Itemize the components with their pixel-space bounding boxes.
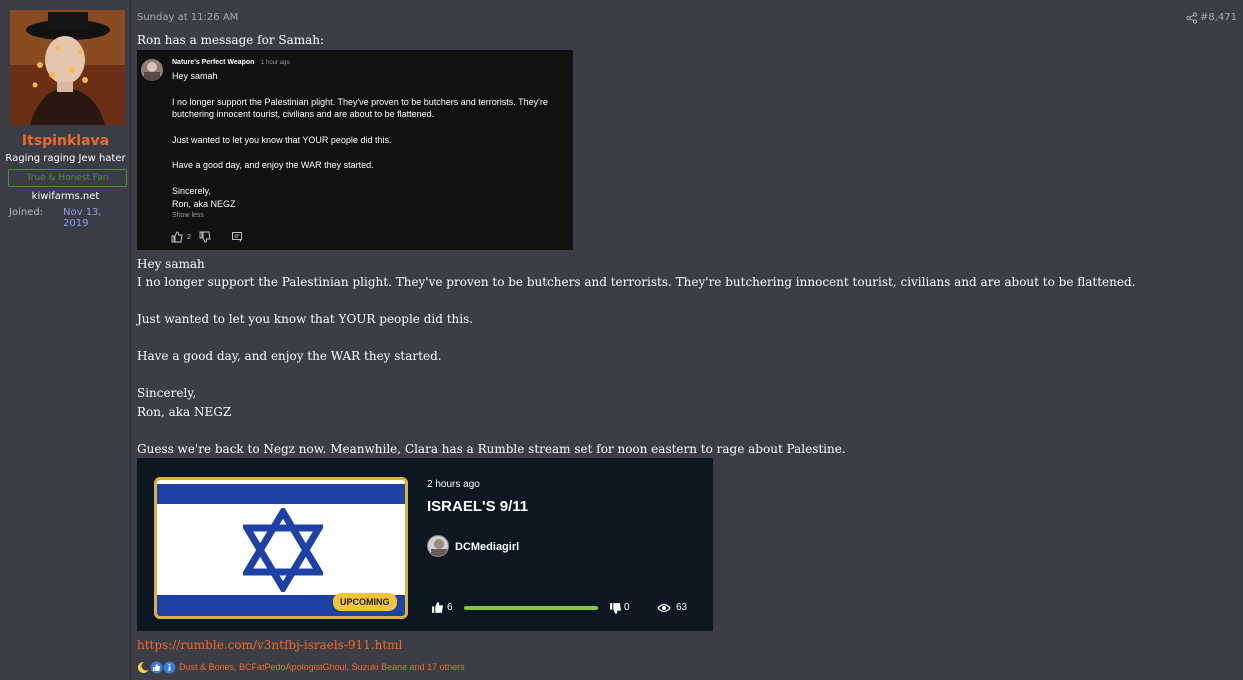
joined-value: Nov 13, 2019	[63, 207, 102, 229]
comment-author: Nature's Perfect Weapon	[172, 59, 255, 66]
forum-post: Itspinklava Raging raging Jew hater True…	[0, 0, 1243, 680]
body-line: Ron, aka NEGZ	[137, 405, 232, 419]
user-sidebar: Itspinklava Raging raging Jew hater True…	[0, 0, 131, 680]
channel-avatar	[427, 535, 449, 557]
view-count: 63	[676, 602, 688, 613]
body-line: Hey samah	[137, 257, 205, 271]
comment-time: 1 hour ago	[261, 60, 290, 66]
upcoming-badge: UPCOMING	[333, 593, 397, 611]
video-title: ISRAEL'S 9/11	[427, 498, 529, 515]
dislike-count: 0	[624, 602, 630, 613]
body-line: Guess we're back to Negz now. Meanwhile,…	[137, 442, 846, 456]
like-ratio-bar	[464, 606, 598, 610]
avatar-image	[10, 10, 125, 125]
share-icon[interactable]	[1186, 12, 1198, 24]
star-of-david-icon	[243, 508, 323, 592]
user-site: kiwifarms.net	[31, 191, 100, 202]
like-count: 6	[447, 602, 453, 613]
post-content: Sunday at 11:26 AM #8,471 Ron has a mess…	[131, 0, 1243, 680]
user-title: Raging raging Jew hater	[5, 153, 126, 164]
user-banner: True & Honest Fan	[8, 169, 127, 187]
informative-icon	[163, 661, 176, 673]
comment-line: Sincerely,	[172, 186, 211, 196]
video-time: 2 hours ago	[427, 479, 480, 490]
thumbs-up-icon	[171, 231, 183, 243]
body-line: Have a good day, and enjoy the WAR they …	[137, 349, 442, 363]
rumble-link[interactable]: https://rumble.com/v3ntfbj-israels-911.h…	[137, 638, 402, 652]
reactions-text[interactable]: Dust & Bones, BCFatPedoApologistGhoul, S…	[179, 662, 465, 672]
post-timestamp[interactable]: Sunday at 11:26 AM	[137, 12, 238, 23]
thumbs-up-icon	[432, 602, 443, 613]
reactions-bar[interactable]: Dust & Bones, BCFatPedoApologistGhoul, S…	[137, 659, 465, 675]
reply-icon	[231, 232, 242, 242]
body-line: Just wanted to let you know that YOUR pe…	[137, 312, 474, 326]
comment-screenshot: Nature's Perfect Weapon 1 hour ago Hey s…	[137, 50, 573, 250]
post-number[interactable]: #8,471	[1200, 12, 1237, 23]
comment-avatar	[141, 59, 163, 81]
comment-line: I no longer support the Palestinian plig…	[172, 97, 548, 107]
comment-line: Ron, aka NEGZ	[172, 199, 236, 209]
body-line: Sincerely,	[137, 386, 197, 400]
eye-icon	[657, 603, 671, 613]
comment-line: butchering innocent tourist, civilians a…	[172, 109, 435, 119]
comment-line: Just wanted to let you know that YOUR pe…	[172, 135, 392, 145]
thumbs-down-icon	[199, 231, 211, 243]
post-intro: Ron has a message for Samah:	[137, 33, 325, 47]
username[interactable]: Itspinklava	[0, 133, 131, 149]
comment-like-count: 2	[187, 233, 191, 241]
video-stats: 6 0 63	[429, 601, 699, 615]
avatar[interactable]	[10, 10, 125, 125]
comment-line: Have a good day, and enjoy the WAR they …	[172, 160, 374, 170]
comment-line: Hey samah	[172, 71, 218, 81]
body-line: I no longer support the Palestinian plig…	[137, 275, 1136, 289]
rumble-screenshot: UPCOMING 2 hours ago ISRAEL'S 9/11 DCMed…	[137, 458, 713, 631]
comment-actions: 2	[171, 230, 243, 244]
flag-stripe	[157, 484, 405, 504]
video-thumbnail: UPCOMING	[154, 477, 408, 619]
like-icon	[150, 661, 163, 673]
moon-icon	[138, 661, 150, 673]
channel-name: DCMediagirl	[455, 541, 520, 553]
thumbs-down-icon	[610, 603, 621, 614]
show-less-link: Show less	[172, 212, 204, 219]
joined-label: Joined:	[9, 207, 44, 218]
